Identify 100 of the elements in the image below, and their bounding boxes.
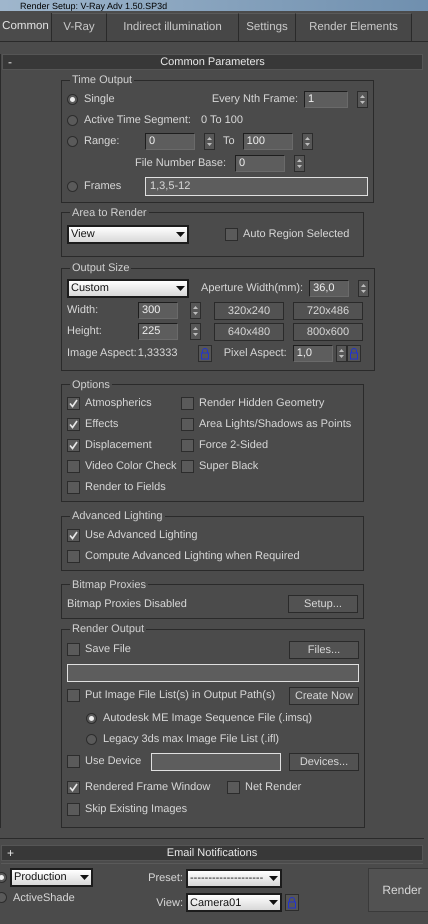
input-field[interactable] (67, 664, 359, 682)
checkbox[interactable] (181, 439, 194, 452)
value-text: 1,33333 (138, 346, 178, 362)
field-label: Every Nth Frame: (212, 92, 298, 108)
checkbox[interactable] (67, 418, 80, 431)
input-field[interactable] (151, 752, 281, 770)
checkbox[interactable] (227, 781, 240, 794)
spinner-icon (336, 345, 347, 362)
status-text: Bitmap Proxies Disabled (67, 596, 187, 612)
checkbox[interactable] (67, 481, 80, 494)
checkbox[interactable] (67, 528, 80, 542)
input-field[interactable]: 1 (304, 91, 348, 108)
input-field[interactable]: 1,0 (292, 345, 333, 362)
checkbox-label: Use Device (85, 754, 142, 770)
radio-label: Frames (84, 179, 122, 194)
group-title: Time Output (71, 73, 134, 88)
checkbox[interactable] (181, 397, 194, 410)
lock-icon (285, 894, 299, 912)
input-field[interactable]: 300 (138, 302, 178, 319)
button[interactable]: 720x486 (293, 302, 363, 320)
rollout-header[interactable]: + Email Notifications (1, 844, 423, 860)
tab[interactable]: Common (0, 13, 52, 41)
checkbox-label: Atmospherics (85, 396, 152, 412)
button[interactable]: Files... (289, 640, 359, 658)
radio-button[interactable] (86, 734, 97, 744)
checkbox[interactable] (67, 689, 80, 702)
group-title: Render Output (71, 622, 146, 637)
lock-icon (198, 345, 212, 362)
checkbox[interactable] (67, 802, 80, 816)
checkbox[interactable] (67, 460, 80, 473)
tab[interactable]: Render Elements (296, 13, 412, 41)
dropdown[interactable]: Production (10, 868, 93, 886)
checkbox-label: Displacement (85, 438, 152, 454)
dropdown[interactable]: Custom (67, 279, 189, 298)
checkbox-label: Super Black (199, 459, 258, 474)
checkbox[interactable] (67, 439, 80, 452)
checkbox-label: Compute Advanced Lighting when Required (85, 548, 300, 564)
radio-button[interactable] (67, 115, 78, 126)
rollout-title: Email Notifications (166, 846, 258, 860)
button[interactable]: 800x600 (293, 322, 363, 340)
spinner-icon (190, 302, 201, 319)
caret-icon (176, 286, 185, 291)
dropdown[interactable]: -------------------- (186, 868, 282, 888)
checkbox-label: Use Advanced Lighting (85, 528, 198, 543)
group-title: Bitmap Proxies (71, 578, 147, 592)
input-field[interactable]: 36,0 (309, 280, 350, 297)
radio-button[interactable] (67, 136, 78, 147)
checkbox[interactable] (181, 418, 194, 431)
toggle-sign[interactable]: - (8, 55, 12, 69)
rollout-header[interactable]: - Common Parameters (2, 54, 423, 70)
spinner-icon (294, 155, 305, 172)
radio-label: ActiveShade (13, 890, 75, 906)
button[interactable]: Render (368, 868, 428, 912)
field-label: File Number Base: (135, 156, 228, 172)
input-field[interactable]: 100 (242, 133, 293, 150)
caret-icon (269, 900, 278, 906)
checkbox[interactable] (67, 781, 80, 794)
segment-text: 0 To 100 (201, 113, 244, 128)
tab[interactable]: V-Ray (52, 13, 107, 41)
button[interactable]: Devices... (289, 752, 359, 770)
spinner-icon (357, 91, 368, 108)
checkbox-label: Net Render (245, 780, 302, 796)
field-label: Pixel Aspect: (224, 346, 287, 362)
checkbox-label: Rendered Frame Window (85, 780, 210, 796)
checkbox[interactable] (67, 397, 80, 410)
checkbox[interactable] (225, 228, 238, 240)
tab[interactable]: Indirect illumination (107, 13, 239, 41)
field-label: To (223, 134, 235, 150)
input-field[interactable]: 225 (138, 323, 178, 340)
checkbox[interactable] (181, 460, 194, 473)
checkbox-label: Auto Region Selected (243, 226, 350, 242)
radio-label: Legacy 3ds max Image File List (.ifl) (103, 732, 280, 747)
field-label: Height: (67, 324, 103, 340)
check-icon (69, 530, 78, 540)
toggle-sign[interactable]: + (7, 846, 14, 860)
button[interactable]: Setup... (288, 595, 358, 613)
checkbox[interactable] (67, 643, 80, 656)
window-title: Render Setup: V-Ray Adv 1.50.SP3d (20, 0, 168, 10)
input-field[interactable]: 1,3,5-12 (145, 177, 368, 196)
radio-button[interactable] (86, 712, 97, 724)
radio-button[interactable] (67, 94, 78, 105)
dropdown[interactable]: Camera01 (186, 893, 282, 912)
checkbox-label: Render Hidden Geometry (199, 396, 324, 412)
button[interactable]: 320x240 (214, 302, 284, 320)
input-field[interactable]: 0 (145, 133, 195, 150)
checkbox[interactable] (67, 550, 80, 562)
check-icon (69, 420, 78, 429)
check-icon (69, 399, 78, 408)
radio-label: Range: (84, 134, 120, 150)
tab[interactable]: Settings (239, 13, 296, 41)
field-label: Image Aspect: (67, 346, 137, 362)
button[interactable]: Create Now (289, 686, 359, 704)
dropdown[interactable]: View (67, 224, 189, 244)
checkbox-label: Force 2-Sided (199, 438, 268, 454)
caret-icon (80, 874, 89, 880)
button[interactable]: 640x480 (214, 322, 284, 340)
checkbox[interactable] (67, 755, 80, 768)
input-field[interactable]: 0 (235, 155, 285, 172)
caret-icon (269, 876, 278, 881)
radio-button[interactable] (67, 181, 78, 192)
